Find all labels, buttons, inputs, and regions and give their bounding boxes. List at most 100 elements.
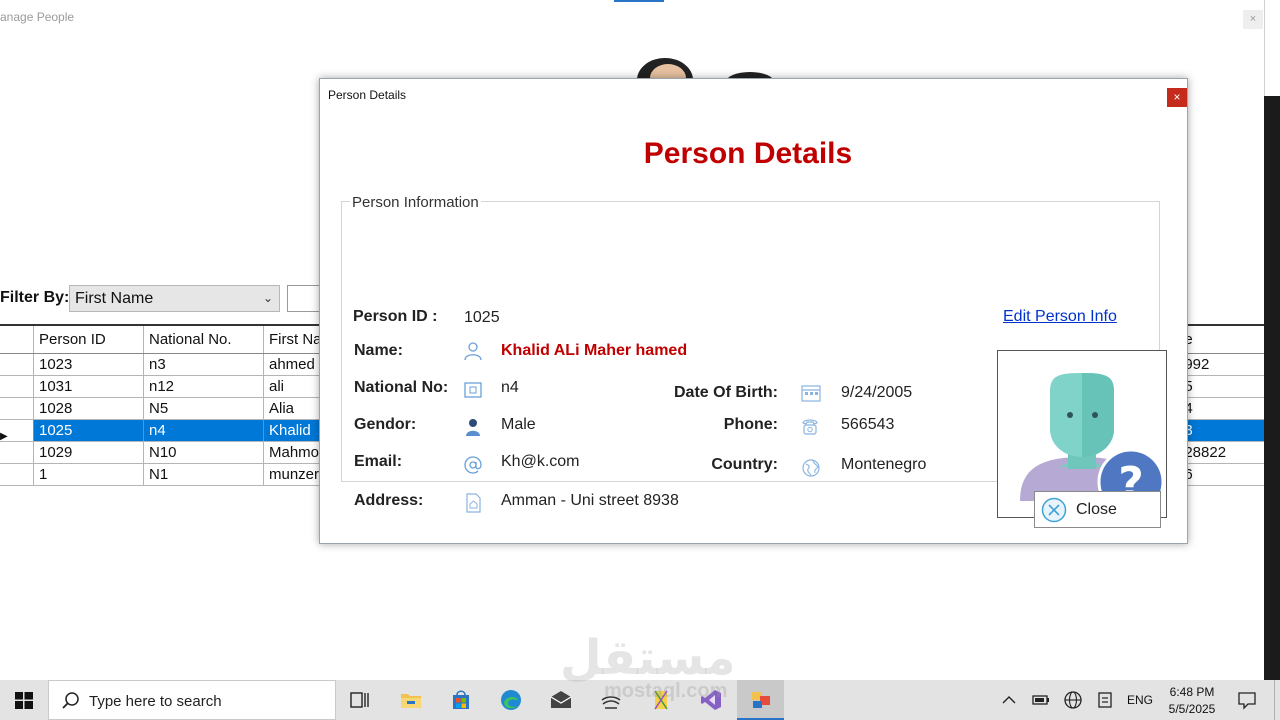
close-button[interactable]: Close <box>1034 491 1161 528</box>
cell-person-id: 1025 <box>33 420 143 441</box>
title-accent <box>614 0 664 2</box>
adjacent-window-edge <box>1264 0 1280 96</box>
taskbar-search-box[interactable]: Type here to search <box>48 680 336 720</box>
filter-value: First Name <box>75 290 154 307</box>
cell-person-id: 1029 <box>33 442 143 463</box>
edge-browser-icon[interactable] <box>499 688 523 712</box>
start-button[interactable] <box>0 680 48 720</box>
column-header-person-id[interactable]: Person ID <box>33 326 143 353</box>
app-icon[interactable] <box>599 688 623 712</box>
email-value: Kh@k.com <box>501 453 580 470</box>
table-row[interactable]: 1031 n12 ali <box>0 376 330 398</box>
mail-icon[interactable] <box>549 688 573 712</box>
windows-taskbar: Type here to search ENG 6:48 PM 5/5/2025 <box>0 680 1280 720</box>
row-header-cell[interactable] <box>0 398 33 419</box>
clock-time[interactable]: 6:48 PM <box>1168 685 1216 699</box>
window-title: anage People <box>0 10 75 24</box>
row-header-cell[interactable] <box>0 442 33 463</box>
row-header-cell[interactable] <box>0 464 33 485</box>
column-header-national-no[interactable]: National No. <box>143 326 263 353</box>
close-circle-icon <box>1041 497 1067 523</box>
row-header-cell[interactable]: ▶ <box>0 420 33 441</box>
gender-label: Gendor: <box>354 416 417 433</box>
address-label: Address: <box>354 492 424 509</box>
group-title: Person Information <box>350 194 481 211</box>
search-placeholder: Type here to search <box>89 693 222 710</box>
gender-value: Male <box>501 416 536 433</box>
app-icon[interactable] <box>649 688 673 712</box>
person-id-label: Person ID : <box>353 308 438 325</box>
email-label: Email: <box>354 453 403 470</box>
grid-header-row: Person ID National No. First Na <box>0 326 330 354</box>
globe-icon <box>802 459 820 477</box>
close-button-label: Close <box>1076 501 1117 518</box>
battery-icon[interactable] <box>1031 690 1051 710</box>
table-row[interactable]: 1028 N5 Alia <box>0 398 330 420</box>
country-label: Country: <box>711 456 778 473</box>
people-header-image <box>637 58 774 80</box>
cell-national-no: N5 <box>143 398 263 419</box>
row-pointer-icon: ▶ <box>0 431 8 441</box>
date-of-birth-value: 9/24/2005 <box>841 384 913 401</box>
filter-select[interactable]: First Name ⌄ <box>69 285 280 312</box>
national-no-value: n4 <box>501 379 519 396</box>
microsoft-store-icon[interactable] <box>449 688 473 712</box>
cell-national-no: n12 <box>143 376 263 397</box>
dvld-app-icon[interactable] <box>749 688 773 712</box>
cell-person-id: 1031 <box>33 376 143 397</box>
name-value: Khalid ALi Maher hamed <box>501 342 688 359</box>
table-row[interactable]: 1 N1 munzer <box>0 464 330 486</box>
dialog-heading: Person Details <box>643 137 853 170</box>
male-user-icon <box>466 419 480 436</box>
address-value: Amman - Uni street 8938 <box>501 492 679 509</box>
row-header-cell[interactable] <box>0 376 33 397</box>
table-row[interactable]: 1029 N10 Mahmo <box>0 442 330 464</box>
filter-label: Filter By: <box>0 289 70 306</box>
clock-date[interactable]: 5/5/2025 <box>1166 702 1218 716</box>
row-header-cell[interactable] <box>0 354 33 375</box>
cell-national-no: n3 <box>143 354 263 375</box>
windows-logo-icon <box>15 692 33 709</box>
chevron-down-icon: ⌄ <box>262 291 273 305</box>
address-document-icon <box>466 493 481 513</box>
phone-label: Phone: <box>723 416 778 433</box>
calendar-icon <box>801 385 821 402</box>
person-id-value: 1025 <box>464 309 500 326</box>
dialog-title: Person Details <box>328 88 407 102</box>
phone-icon <box>802 419 818 435</box>
cell-person-id: 1028 <box>33 398 143 419</box>
national-no-label: National No: <box>354 379 449 396</box>
edit-person-info-link[interactable]: Edit Person Info <box>1003 308 1117 326</box>
cell-national-no: n4 <box>143 420 263 441</box>
visual-studio-icon[interactable] <box>699 688 723 712</box>
input-method-icon[interactable] <box>1095 690 1115 710</box>
person-information-group: Person Information Person ID : 1025 Name… <box>341 194 1167 518</box>
cell-person-id: 1 <box>33 464 143 485</box>
cell-national-no: N1 <box>143 464 263 485</box>
date-of-birth-label: Date Of Birth: <box>674 384 778 401</box>
notifications-icon[interactable] <box>1237 690 1257 710</box>
at-sign-icon <box>464 456 482 474</box>
show-desktop-button[interactable] <box>1274 680 1280 720</box>
person-outline-icon <box>464 342 482 361</box>
cell-person-id: 1023 <box>33 354 143 375</box>
name-label: Name: <box>354 342 403 359</box>
row-header-cell <box>0 326 33 353</box>
person-details-dialog: Person Details × Person Details Person I… <box>319 78 1188 544</box>
search-icon <box>62 692 79 709</box>
phone-value: 566543 <box>841 416 895 433</box>
id-card-icon <box>464 382 482 398</box>
desktop-background-strip <box>1264 96 1280 680</box>
country-value: Montenegro <box>841 456 927 473</box>
window-close-button[interactable]: × <box>1243 10 1263 29</box>
people-grid[interactable]: Person ID National No. First Na 1023 n3 … <box>0 324 330 486</box>
table-row-selected[interactable]: ▶ 1025 n4 Khalid <box>0 420 330 442</box>
file-explorer-icon[interactable] <box>399 688 423 712</box>
language-indicator[interactable]: ENG <box>1127 693 1153 707</box>
table-row[interactable]: 1023 n3 ahmed <box>0 354 330 376</box>
dialog-close-button[interactable]: × <box>1167 88 1187 107</box>
task-view-icon[interactable] <box>348 688 372 712</box>
network-globe-icon[interactable] <box>1063 690 1083 710</box>
cell-national-no: N10 <box>143 442 263 463</box>
show-hidden-icons-chevron-icon[interactable] <box>999 690 1019 710</box>
